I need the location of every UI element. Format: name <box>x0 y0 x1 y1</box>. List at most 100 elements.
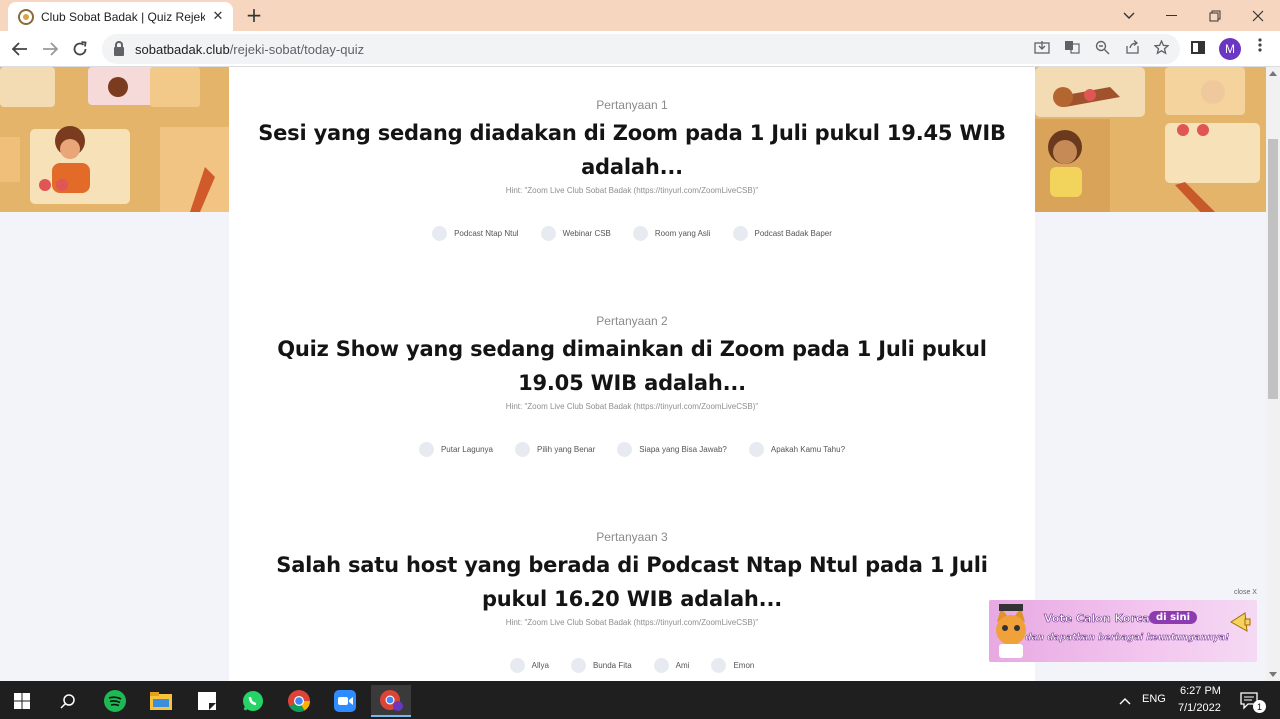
question-text: Sesi yang sedang diadakan di Zoom pada 1… <box>258 121 1006 179</box>
answer-label: Pilih yang Benar <box>537 445 596 454</box>
question-number: Pertanyaan 1 <box>596 98 668 112</box>
answer-option[interactable]: Podcast Badak Baper <box>732 226 832 241</box>
minimize-button[interactable] <box>1150 0 1194 31</box>
scroll-up-arrow-icon[interactable] <box>1269 71 1277 76</box>
answer-label: Siapa yang Bisa Jawab? <box>639 445 727 454</box>
close-window-button[interactable] <box>1236 0 1280 31</box>
chrome-icon[interactable] <box>279 685 319 717</box>
answer-label: Putar Lagunya <box>440 445 493 454</box>
language-indicator[interactable]: ENG <box>1142 693 1166 705</box>
url-path: /rejeki-sobat/today-quiz <box>229 41 365 57</box>
answer-options: Podcast Ntap Ntul Webinar CSB Room yang … <box>229 226 1035 241</box>
scroll-down-arrow-icon[interactable] <box>1269 672 1277 677</box>
sticky-notes-icon[interactable] <box>187 685 227 717</box>
banner-illustration-right <box>1035 67 1266 212</box>
reload-button[interactable] <box>67 36 93 62</box>
megaphone-icon <box>1230 612 1251 632</box>
page-viewport: Pertanyaan 1 Sesi yang sedang diadakan d… <box>0 67 1266 681</box>
chevron-up-icon[interactable] <box>1105 685 1145 717</box>
radio-button[interactable] <box>732 226 748 241</box>
profile-avatar[interactable]: M <box>1219 38 1241 60</box>
install-app-icon[interactable] <box>1033 38 1051 56</box>
more-menu-icon[interactable] <box>1252 37 1268 57</box>
forward-button[interactable] <box>37 36 63 62</box>
question-hint: Hint: "Zoom Live Club Sobat Badak (https… <box>505 402 759 411</box>
answer-options: Putar Lagunya Pilih yang Benar Siapa yan… <box>229 442 1035 457</box>
tab-close-icon[interactable]: ✕ <box>211 9 225 24</box>
radio-button[interactable] <box>515 442 530 457</box>
tab-search-chevron-down-icon[interactable] <box>1107 0 1151 31</box>
notifications-icon[interactable]: 1 <box>1230 685 1270 717</box>
answer-option[interactable]: Allya <box>509 658 549 673</box>
answer-option[interactable]: Apakah Kamu Tahu? <box>748 442 846 457</box>
new-tab-button[interactable]: + <box>243 3 265 27</box>
search-icon[interactable] <box>48 685 88 717</box>
ad-subline: dan dapatkan berbagai keuntungannya! <box>1025 633 1230 644</box>
answer-label: Ami <box>675 661 690 670</box>
spotify-icon[interactable] <box>95 685 135 717</box>
share-icon[interactable] <box>1123 38 1141 56</box>
answer-option[interactable]: Emon <box>711 658 754 673</box>
answer-label: Bunda Fita <box>592 661 632 670</box>
radio-button[interactable] <box>748 442 764 457</box>
answer-label: Emon <box>733 661 755 670</box>
ad-pill: di sini <box>1149 611 1197 624</box>
answer-option[interactable]: Podcast Ntap Ntul <box>432 226 519 241</box>
radio-button[interactable] <box>632 226 648 241</box>
zoom-app-icon[interactable] <box>325 685 365 717</box>
ad-headline: Vote Calon Korcab <box>1044 612 1158 626</box>
bookmark-star-icon[interactable] <box>1152 38 1170 56</box>
answer-option[interactable]: Room yang Asli <box>632 226 711 241</box>
translate-icon[interactable] <box>1063 38 1081 56</box>
question-text: Quiz Show yang sedang dimainkan di Zoom … <box>277 337 987 395</box>
url-host: sobatbadak.club <box>135 41 230 57</box>
answer-option[interactable]: Siapa yang Bisa Jawab? <box>617 442 727 457</box>
file-explorer-icon[interactable] <box>141 685 181 717</box>
answer-option[interactable]: Webinar CSB <box>540 226 611 241</box>
ad-close-button[interactable]: close X <box>1234 589 1257 596</box>
address-bar[interactable]: sobatbadak.club/rejeki-sobat/today-quiz <box>102 34 1180 64</box>
back-button[interactable] <box>7 36 33 62</box>
banner-illustration-left <box>0 67 229 212</box>
side-panel-icon[interactable] <box>1191 41 1205 54</box>
question-text: Salah satu host yang berada di Podcast N… <box>276 553 988 611</box>
clock-time[interactable]: 6:27 PM <box>1180 685 1221 697</box>
question-block-3: Pertanyaan 3 Salah satu host yang berada… <box>229 530 1035 673</box>
whatsapp-icon[interactable] <box>233 685 273 717</box>
answer-options: Allya Bunda Fita Ami Emon <box>229 658 1035 673</box>
radio-button[interactable] <box>432 226 448 241</box>
zoom-icon[interactable] <box>1093 38 1111 56</box>
scroll-thumb[interactable] <box>1268 139 1278 399</box>
question-number: Pertanyaan 3 <box>596 530 668 544</box>
tab-bar: Club Sobat Badak | Quiz Rejeki S ✕ + <box>0 0 1280 31</box>
radio-button[interactable] <box>418 442 434 457</box>
answer-option[interactable]: Bunda Fita <box>570 658 632 673</box>
radio-button[interactable] <box>540 226 556 241</box>
answer-label: Room yang Asli <box>654 229 711 238</box>
radio-button[interactable] <box>653 658 669 673</box>
windows-start-icon[interactable] <box>2 685 42 717</box>
lock-icon <box>114 40 124 56</box>
clock-date[interactable]: 7/1/2022 <box>1178 702 1221 714</box>
restore-button[interactable] <box>1193 0 1237 31</box>
answer-option[interactable]: Putar Lagunya <box>418 442 493 457</box>
answer-option[interactable]: Ami <box>653 658 690 673</box>
chrome-profile-icon[interactable] <box>371 685 411 717</box>
answer-label: Webinar CSB <box>562 229 611 238</box>
vote-ad-banner[interactable]: Vote Calon Korcab di sini dan dapatkan b… <box>989 600 1257 662</box>
question-hint: Hint: "Zoom Live Club Sobat Badak (https… <box>505 186 759 195</box>
mascot-icon <box>996 604 1026 658</box>
answer-label: Podcast Ntap Ntul <box>454 229 519 238</box>
answer-option[interactable]: Pilih yang Benar <box>515 442 595 457</box>
answer-label: Podcast Badak Baper <box>754 229 832 238</box>
radio-button[interactable] <box>711 658 727 673</box>
answer-label: Apakah Kamu Tahu? <box>770 445 846 454</box>
radio-button[interactable] <box>617 442 633 457</box>
windows-taskbar: ENG 6:27 PM 7/1/2022 1 <box>0 681 1280 719</box>
browser-tab[interactable]: Club Sobat Badak | Quiz Rejeki S ✕ <box>8 2 233 31</box>
answer-label: Allya <box>531 661 549 670</box>
question-block-1: Pertanyaan 1 Sesi yang sedang diadakan d… <box>229 98 1035 241</box>
radio-button[interactable] <box>509 658 525 673</box>
radio-button[interactable] <box>570 658 586 673</box>
page-scrollbar[interactable] <box>1266 67 1280 681</box>
